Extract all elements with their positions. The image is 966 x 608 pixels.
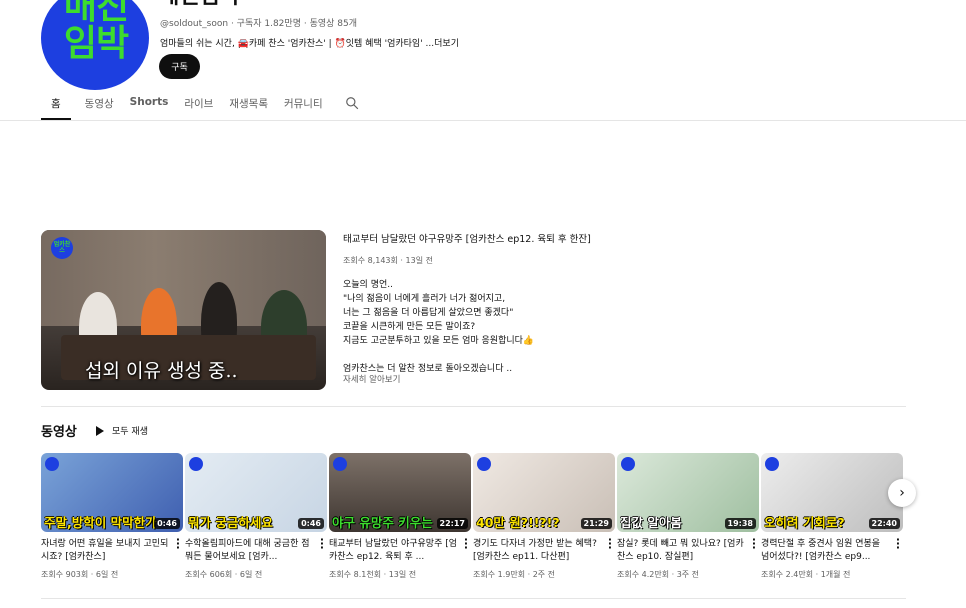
more-actions-icon[interactable]: · · · xyxy=(605,534,615,553)
tab-live[interactable]: 라이브 xyxy=(184,92,213,120)
video-thumbnail[interactable]: 오히려 기회로? 22:40 xyxy=(761,453,903,532)
subscribe-button[interactable]: 구독 xyxy=(159,54,200,79)
shelf-next-button[interactable]: › xyxy=(888,479,916,507)
video-card[interactable]: 오히려 기회로? 22:40 경력단절 후 중견사 임원 연봉을 넘어섰다?! … xyxy=(761,453,903,580)
featured-video-title[interactable]: 태교부터 남달랐던 야구유망주 [엄카찬스 ep12. 육퇴 후 한잔] xyxy=(343,231,591,245)
video-duration: 22:40 xyxy=(868,518,900,529)
subscriber-count: 구독자 1.82만명 xyxy=(236,19,301,29)
avatar-logo-text: 매진임박 xyxy=(63,0,129,64)
video-title[interactable]: 태교부터 남달랐던 야구유망주 [엄카찬스 ep12. 육퇴 후 ... xyxy=(329,538,471,564)
video-title[interactable]: 경력단절 후 중견사 임원 연봉을 넘어섰다?! [엄카찬스 ep9... xyxy=(761,538,903,564)
video-shelf: 주말,방학이 막막한가 0:46 자녀랑 어떤 휴일을 보내지 고민되시죠? [… xyxy=(41,453,911,593)
channel-badge-icon xyxy=(333,457,347,471)
channel-tabs: 홈 동영상 Shorts 라이브 재생목록 커뮤니티 xyxy=(41,92,359,120)
channel-handle: @soldout_soon xyxy=(160,19,229,29)
video-duration: 22:17 xyxy=(436,518,468,529)
more-actions-icon[interactable]: · · · xyxy=(173,534,183,553)
tab-shorts[interactable]: Shorts xyxy=(130,92,169,120)
channel-description[interactable]: 엄마들의 쉬는 시간, 🚘카페 찬스 '엄카찬스' | ⏰잇템 혜택 '엄카타임… xyxy=(160,36,459,49)
video-thumbnail[interactable]: 집값 알아봄 19:38 xyxy=(617,453,759,532)
channel-meta: @soldout_soon · 구독자 1.82만명 · 동영상 85개 xyxy=(160,19,358,29)
video-thumbnail[interactable]: 40만 원?!!?!? 21:29 xyxy=(473,453,615,532)
section-divider xyxy=(41,598,906,599)
search-icon[interactable] xyxy=(345,96,359,110)
channel-badge-icon xyxy=(621,457,635,471)
video-thumbnail[interactable]: 주말,방학이 막막한가 0:46 xyxy=(41,453,183,532)
channel-badge-icon xyxy=(189,457,203,471)
video-card[interactable]: 집값 알아봄 19:38 잠실? 롯데 빼고 뭐 있나요? [엄카찬스 ep10… xyxy=(617,453,759,580)
tab-community[interactable]: 커뮤니티 xyxy=(284,92,323,120)
more-actions-icon[interactable]: · · · xyxy=(461,534,471,553)
video-meta: 조회수 2.4만회 · 1개월 전 xyxy=(761,570,851,579)
channel-badge-icon: 엄카찬스 xyxy=(51,237,73,259)
channel-title: 매진임박 xyxy=(159,0,240,8)
description-more-link[interactable]: ...더보기 xyxy=(426,39,459,49)
channel-avatar[interactable]: 매진임박 xyxy=(41,0,149,90)
featured-more-link[interactable]: 자세히 알아보기 xyxy=(343,373,400,385)
play-all-label: 모두 재생 xyxy=(112,427,148,437)
videos-section-title[interactable]: 동영상 xyxy=(41,421,77,440)
more-actions-icon[interactable]: · · · xyxy=(317,534,327,553)
more-actions-icon[interactable]: · · · xyxy=(893,534,903,553)
section-divider xyxy=(41,406,906,407)
video-card[interactable]: 40만 원?!!?!? 21:29 경기도 다자녀 가정만 받는 혜택? [엄카… xyxy=(473,453,615,580)
channel-description-text: 엄마들의 쉬는 시간, 🚘카페 찬스 '엄카찬스' | ⏰잇템 혜택 '엄카타임… xyxy=(160,39,423,49)
video-meta: 조회수 903회 · 6일 전 xyxy=(41,570,119,579)
channel-badge-icon xyxy=(765,457,779,471)
more-actions-icon[interactable]: · · · xyxy=(749,534,759,553)
video-title[interactable]: 잠실? 롯데 빼고 뭐 있나요? [엄카찬스 ep10. 잠실편] xyxy=(617,538,759,564)
channel-badge-icon xyxy=(477,457,491,471)
featured-thumbnail-caption: 섭외 이유 생성 중.. xyxy=(85,360,238,382)
video-title[interactable]: 자녀랑 어떤 휴일을 보내지 고민되시죠? [엄카찬스] xyxy=(41,538,183,564)
video-meta: 조회수 1.9만회 · 2주 전 xyxy=(473,570,556,579)
video-card[interactable]: 야구 유망주 키우는 22:17 태교부터 남달랐던 야구유망주 [엄카찬스 e… xyxy=(329,453,471,580)
video-thumbnail[interactable]: 야구 유망주 키우는 22:17 xyxy=(329,453,471,532)
video-meta: 조회수 8.1천회 · 13일 전 xyxy=(329,570,417,579)
video-duration: 21:29 xyxy=(580,518,612,529)
featured-video-thumbnail[interactable]: 엄카찬스 섭외 이유 생성 중.. xyxy=(41,230,326,390)
video-duration: 0:46 xyxy=(154,518,180,529)
video-meta: 조회수 4.2만회 · 3주 전 xyxy=(617,570,700,579)
video-meta: 조회수 606회 · 6일 전 xyxy=(185,570,263,579)
video-count: 동영상 85개 xyxy=(309,19,358,29)
tab-playlists[interactable]: 재생목록 xyxy=(229,92,268,120)
play-icon xyxy=(96,425,104,436)
video-thumbnail[interactable]: 뭐가 궁금하세요 0:46 xyxy=(185,453,327,532)
video-card[interactable]: 주말,방학이 막막한가 0:46 자녀랑 어떤 휴일을 보내지 고민되시죠? [… xyxy=(41,453,183,580)
video-title[interactable]: 수학올림피아드에 대해 궁금한 점 뭐든 물어보세요 [엄카... xyxy=(185,538,327,564)
video-card[interactable]: 뭐가 궁금하세요 0:46 수학올림피아드에 대해 궁금한 점 뭐든 물어보세요… xyxy=(185,453,327,580)
featured-video-description: 오늘의 명언.. "나의 젊음이 너에게 흘러가 너가 젊어지고, 너는 그 젊… xyxy=(343,280,535,374)
channel-badge-icon xyxy=(45,457,59,471)
tabs-divider xyxy=(0,120,966,121)
video-duration: 19:38 xyxy=(724,518,756,529)
tab-videos[interactable]: 동영상 xyxy=(85,92,114,120)
featured-video-stats: 조회수 8,143회 · 13일 전 xyxy=(343,256,433,265)
tab-home[interactable]: 홈 xyxy=(41,92,71,120)
video-duration: 0:46 xyxy=(298,518,324,529)
video-title[interactable]: 경기도 다자녀 가정만 받는 혜택? [엄카찬스 ep11. 다산편] xyxy=(473,538,615,564)
chevron-right-icon: › xyxy=(899,485,905,501)
play-all-button[interactable]: 모두 재생 xyxy=(96,424,148,437)
